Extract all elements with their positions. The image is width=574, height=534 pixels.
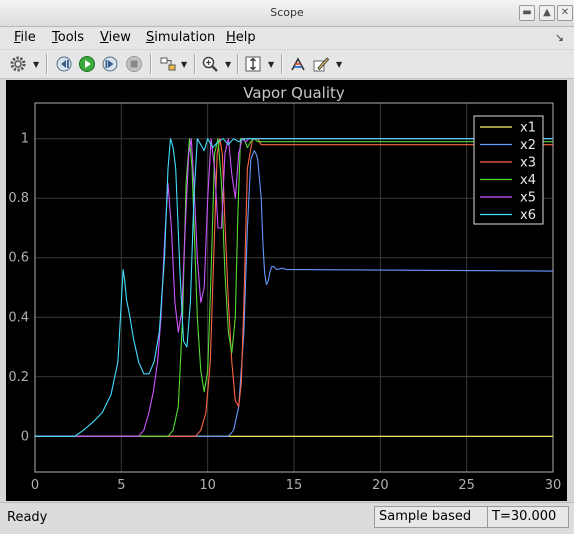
chart-title: Vapor Quality — [243, 84, 345, 102]
legend-label-x3: x3 — [520, 156, 536, 171]
status-mode: Sample based — [374, 506, 488, 528]
status-bar: Ready Sample based T=30.000 — [0, 502, 574, 534]
menu-view-accel: V — [100, 30, 109, 45]
legend-label-x2: x2 — [520, 138, 536, 153]
scope-plot[interactable]: Vapor Quality 0 5 10 15 20 25 30 0 0.2 0.4 0.6 0.8 1 x… — [6, 80, 567, 501]
y-tick-label: 1 — [21, 132, 29, 147]
x-tick-label: 30 — [545, 478, 562, 493]
menu-file-label: ile — [20, 30, 36, 45]
toolbar-separator — [150, 54, 152, 74]
minimize-button[interactable]: ▬ — [519, 5, 535, 21]
toolbar-separator — [281, 54, 283, 74]
x-tick-label: 20 — [372, 478, 389, 493]
y-tick-label: 0.8 — [8, 191, 29, 206]
legend-label-x6: x6 — [520, 208, 536, 223]
menu-view-label: iew — [108, 30, 131, 45]
toolbar-separator — [237, 54, 239, 74]
autoscale-dropdown-icon[interactable]: ▼ — [268, 60, 274, 69]
y-tick-label: 0.6 — [8, 251, 29, 266]
window-title: Scope — [270, 6, 304, 19]
x-tick-label: 10 — [199, 478, 216, 493]
x-tick-label: 15 — [286, 478, 303, 493]
title-bar: Scope ▬ ▲ ✕ — [0, 0, 574, 27]
highlight-block-icon[interactable] — [158, 53, 178, 75]
legend-label-x1: x1 — [520, 121, 536, 136]
undock-icon[interactable]: ↘ — [555, 31, 564, 44]
step-forward-icon[interactable] — [100, 53, 120, 75]
maximize-button[interactable]: ▲ — [539, 5, 555, 21]
gear-icon[interactable] — [8, 53, 28, 75]
stop-icon[interactable] — [124, 53, 144, 75]
step-back-icon[interactable] — [54, 53, 74, 75]
menu-file[interactable]: File — [14, 30, 36, 45]
run-icon[interactable] — [77, 53, 97, 75]
menu-bar: File Tools View Simulation Help ↘ — [0, 27, 574, 49]
legend-label-x5: x5 — [520, 191, 536, 206]
y-tick-label: 0.2 — [8, 370, 29, 385]
menu-view[interactable]: View — [100, 30, 131, 45]
close-button[interactable]: ✕ — [557, 5, 573, 21]
y-tick-label: 0 — [21, 429, 29, 444]
scope-display[interactable]: Vapor Quality 0 5 10 15 20 25 30 0 0.2 0.4 0.6 0.8 1 x… — [6, 80, 567, 501]
status-ready-text: Ready — [7, 510, 48, 525]
menu-help-label: elp — [235, 30, 256, 45]
legend-label-x4: x4 — [520, 173, 536, 188]
style-dropdown-icon[interactable]: ▼ — [336, 60, 342, 69]
menu-tools[interactable]: Tools — [52, 30, 84, 45]
zoom-dropdown-icon[interactable]: ▼ — [225, 60, 231, 69]
legend-icon[interactable] — [288, 53, 308, 75]
x-tick-label: 5 — [117, 478, 125, 493]
gear-dropdown-icon[interactable]: ▼ — [33, 60, 39, 69]
menu-simulation[interactable]: Simulation — [146, 30, 215, 45]
toolbar-separator — [194, 54, 196, 74]
menu-help[interactable]: Help — [226, 30, 256, 45]
autoscale-icon[interactable] — [243, 53, 263, 75]
toolbar-separator — [46, 54, 48, 74]
menu-help-accel: H — [226, 30, 236, 45]
menu-simulation-label: imulation — [154, 30, 216, 45]
status-time: T=30.000 — [487, 506, 569, 528]
highlight-dropdown-icon[interactable]: ▼ — [181, 60, 187, 69]
x-tick-label: 0 — [31, 478, 39, 493]
menu-tools-label: ools — [57, 30, 85, 45]
toolbar: ▼ ▼ ▼ ▼ ▼ — [0, 50, 574, 79]
style-icon[interactable] — [311, 53, 331, 75]
y-tick-label: 0.4 — [8, 310, 29, 325]
zoom-icon[interactable] — [200, 53, 220, 75]
x-tick-label: 25 — [458, 478, 475, 493]
